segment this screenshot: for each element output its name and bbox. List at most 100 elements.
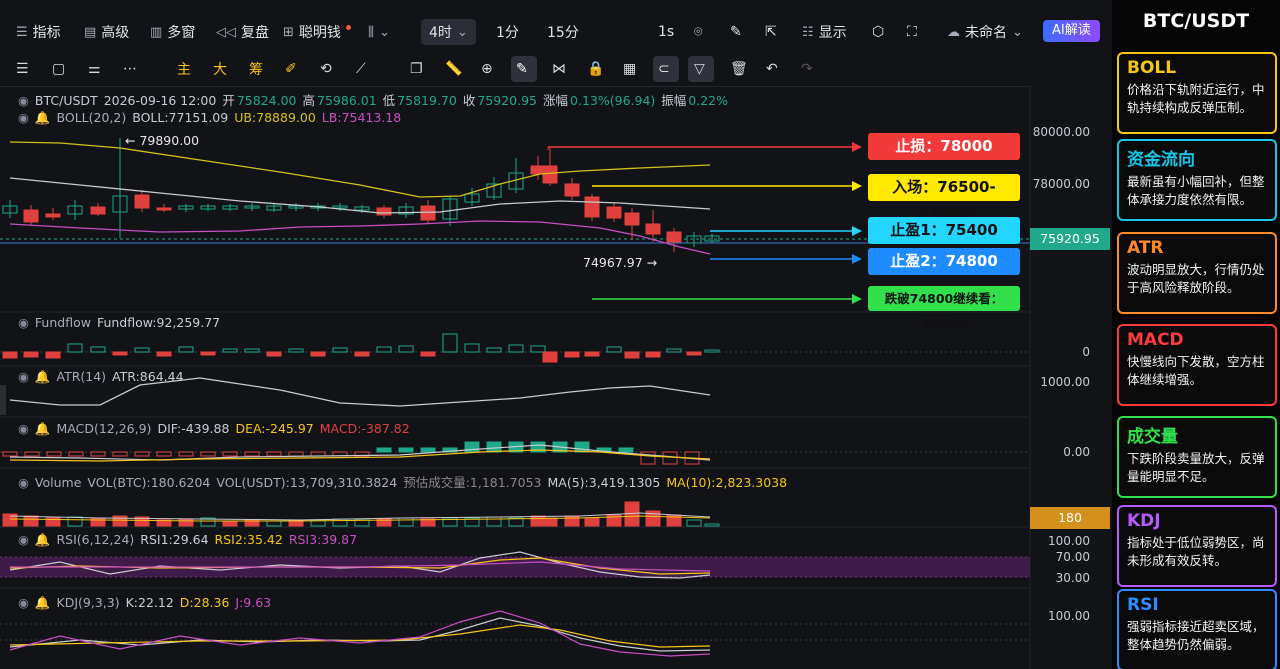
sidebar-card-body: 最新虽有小幅回补，但整体承接力度依然有限。 — [1127, 174, 1265, 207]
fundflow-y-label: 0 — [1082, 345, 1090, 359]
fundflow-bar — [645, 351, 661, 358]
fundflow-bar — [442, 333, 458, 353]
sidebar-card: 资金流向 最新虽有小幅回补，但整体承接力度依然有限。 — [1117, 139, 1277, 221]
eye-icon: ◉ — [18, 595, 29, 610]
macd-bar — [156, 451, 172, 457]
fundflow-bar — [486, 347, 502, 353]
signal-arrowhead — [852, 142, 862, 152]
fundflow-bar — [23, 351, 39, 358]
fundflow-bar — [222, 348, 238, 353]
eye-icon: ◉ — [18, 421, 29, 436]
fundflow-bar — [310, 351, 326, 357]
fundflow-bar — [606, 346, 622, 353]
fundflow-bar — [530, 345, 546, 353]
candle — [134, 194, 150, 209]
breakdown-label: 跌破74800继续看：73500 — [868, 286, 1020, 331]
sidebar-card-title: RSI — [1127, 595, 1159, 615]
fundflow-bar — [288, 348, 304, 353]
volume-bar — [398, 517, 414, 527]
signal-arrowhead — [852, 226, 862, 236]
fundflow-bar — [666, 348, 682, 353]
volume-bar — [90, 517, 106, 527]
sidebar-card-body: 下跌阶段卖量放大，反弹量能明显不足。 — [1127, 451, 1265, 484]
sidebar-card-title: BOLL — [1127, 58, 1177, 78]
candle — [564, 183, 580, 197]
kdj-k-line — [9, 617, 711, 652]
candle — [420, 205, 436, 221]
volume-bar — [542, 517, 558, 527]
bell-icon: 🔔 — [34, 532, 51, 547]
volume-bar — [67, 516, 83, 527]
macd-bar — [486, 441, 502, 453]
signal-arrowhead — [852, 254, 862, 264]
macd-bar — [420, 447, 436, 453]
stop-loss-label: 止损：78000 — [868, 133, 1020, 160]
boll-lower — [9, 220, 711, 255]
fundflow-bar — [686, 351, 702, 356]
volume-bar — [178, 518, 194, 527]
last-price-tag: 75920.95 — [1030, 228, 1110, 250]
low-marker: 74967.97 → — [583, 255, 658, 270]
fundflow-bar — [542, 351, 558, 363]
macd-bar — [222, 451, 238, 457]
candle — [45, 213, 61, 218]
macd-bar — [24, 451, 40, 457]
fundflow-bar — [2, 351, 18, 359]
macd-bar — [618, 447, 634, 453]
fundflow-bar — [624, 351, 640, 359]
rsi-legend: ◉ 🔔 RSI(6,12,24) RSI1:29.64 RSI2:35.42 RSI3:3… — [18, 532, 358, 547]
macd-bar — [266, 451, 282, 457]
candle — [606, 206, 622, 219]
candle — [624, 212, 640, 226]
eye-icon: ◉ — [18, 532, 29, 547]
volume-bar — [23, 515, 39, 527]
entry-label: 入场：76500-77000 — [868, 174, 1020, 223]
candle — [666, 231, 682, 243]
sidebar-card: MACD 快慢线向下发散，空方柱体继续增强。 — [1117, 324, 1277, 406]
fundflow-bar — [134, 347, 150, 353]
fundflow-bar — [464, 343, 480, 353]
sidebar-card-body: 快慢线向下发散，空方柱体继续增强。 — [1127, 354, 1265, 387]
volume-bar — [704, 523, 720, 527]
fundflow-bar — [266, 351, 282, 357]
fundflow-bar — [200, 351, 216, 356]
sidebar-card-body: 波动明显放大，行情仍处于高风险释放阶段。 — [1127, 262, 1265, 295]
macd-bar — [244, 451, 260, 457]
macd-y-label: 0.00 — [1063, 445, 1090, 459]
volume-tag: 180 — [1030, 507, 1110, 529]
kdj-legend: ◉ 🔔 KDJ(9,3,3) K:22.12 D:28.36 J:9.63 — [18, 595, 272, 610]
kdj-j-line — [9, 610, 711, 657]
macd-bar — [662, 451, 678, 465]
signal-arrowhead — [852, 294, 862, 304]
fundflow-bar — [112, 351, 128, 356]
macd-bar — [640, 451, 656, 465]
eye-icon: ◉ — [18, 93, 29, 108]
macd-bar — [200, 451, 216, 457]
candle — [23, 209, 39, 223]
sidebar-card: ATR 波动明显放大，行情仍处于高风险释放阶段。 — [1117, 232, 1277, 314]
fundflow-bar — [178, 346, 194, 353]
candle — [542, 165, 558, 184]
macd-bar — [112, 451, 128, 457]
macd-bar — [134, 451, 150, 457]
atr-legend: ◉ 🔔 ATR(14) ATR:864.44 — [18, 369, 184, 384]
fundflow-bar — [420, 351, 436, 357]
fundflow-bar — [354, 351, 370, 357]
take-profit-1-label: 止盈1：75400 — [868, 217, 1020, 244]
sidebar-card-body: 指标处于低位弱势区，尚未形成有效反转。 — [1127, 535, 1265, 568]
take-profit-2-label: 止盈2：74800 — [868, 248, 1020, 275]
sidebar-card-body: 价格沿下轨附近运行，中轨持续构成反弹压制。 — [1127, 82, 1265, 115]
macd-bar — [398, 447, 414, 453]
sidebar-collapse-handle — [0, 385, 6, 415]
kdj-d-line — [9, 624, 711, 648]
sidebar-title: BTC/USDT — [1142, 10, 1250, 32]
bell-icon: 🔔 — [34, 421, 51, 436]
high-marker: ← 79890.00 — [125, 133, 200, 148]
volume-bar — [222, 520, 238, 527]
fundflow-bar — [45, 351, 61, 359]
sidebar-card: RSI 强弱指标接近超卖区域，整体趋势仍然偏弱。 — [1117, 589, 1277, 669]
sidebar-card-title: ATR — [1127, 238, 1164, 258]
sidebar-card: KDJ 指标处于低位弱势区，尚未形成有效反转。 — [1117, 505, 1277, 587]
macd-bar — [46, 451, 62, 457]
fundflow-bar — [508, 344, 524, 353]
